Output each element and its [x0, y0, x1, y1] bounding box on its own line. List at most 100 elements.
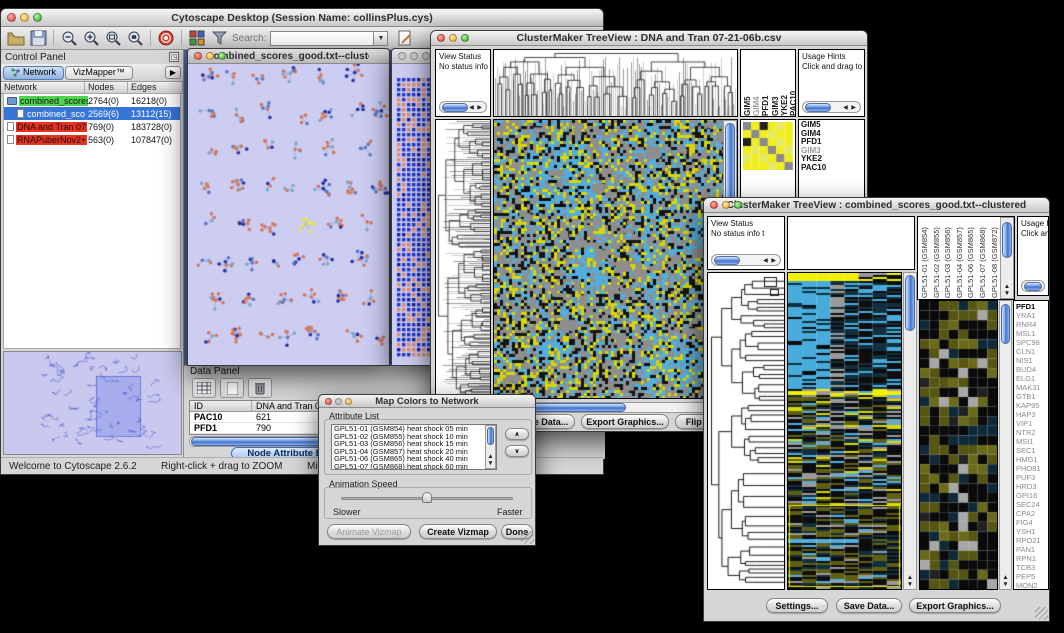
gene-label[interactable]: GTB1 [1014, 392, 1048, 401]
close-button[interactable] [7, 13, 16, 22]
column-label[interactable]: GPL51-06 (GSM865) [966, 218, 978, 298]
minimize-button[interactable] [206, 52, 214, 60]
zoom-button[interactable] [218, 52, 226, 60]
zoom-button[interactable] [734, 201, 742, 209]
scrollbar-thumb[interactable] [1024, 282, 1042, 291]
scroll-arrows-icon[interactable]: ◀ ▶ [763, 257, 780, 264]
network-overview-thumbnail[interactable] [4, 352, 181, 454]
save-data-button[interactable]: Save Data... [836, 598, 902, 613]
dialog-titlebar[interactable]: Map Colors to Network [319, 395, 535, 408]
row-dendrogram-2[interactable] [708, 273, 784, 589]
scrollbar-thumb[interactable] [805, 103, 831, 112]
column-label[interactable]: GPL51-01 (GSM854) [920, 218, 932, 298]
gene-label[interactable]: RPO21 [1014, 536, 1048, 545]
treeview2-titlebar[interactable]: ClusterMaker TreeView : combined_scores_… [704, 198, 1049, 213]
gene-label[interactable]: RPN1 [1014, 554, 1048, 563]
scrollbar-thumb[interactable] [905, 275, 915, 331]
speed-slider-thumb[interactable] [422, 492, 432, 503]
gene-label[interactable]: HRD3 [1014, 482, 1048, 491]
tab-vizmapper[interactable]: VizMapper™ [65, 66, 133, 80]
close-button[interactable] [710, 201, 718, 209]
column-label[interactable]: GIM5 [743, 50, 752, 116]
row-dendrogram-panel[interactable] [435, 119, 491, 399]
gene-label[interactable]: CLN1 [1014, 347, 1048, 356]
delete-attribute-icon[interactable] [248, 378, 272, 398]
network-overview-panel[interactable] [3, 351, 182, 455]
gene-label[interactable]: CPA2 [1014, 509, 1048, 518]
resize-grip[interactable] [521, 531, 534, 544]
heatmap-panel[interactable]: ▲▼ [493, 119, 738, 399]
minimize-button[interactable] [449, 34, 457, 42]
gene-label[interactable]: SPC98 [1014, 338, 1048, 347]
zoom-heatmap-panel[interactable] [919, 300, 998, 590]
network-view-canvas[interactable] [188, 64, 389, 365]
column-label[interactable]: GPL51-02 (GSM855) [932, 218, 944, 298]
zoom-fit-icon[interactable] [124, 29, 146, 48]
new-attribute-icon[interactable] [220, 378, 244, 398]
network-row[interactable]: combined_sco 2569(6) 13112(15) [4, 107, 180, 120]
row-dendrogram-panel-2[interactable] [707, 272, 785, 590]
heatmap2-vscrollbar[interactable]: ▲▼ [903, 272, 917, 590]
gene-label[interactable]: ELG1 [1014, 374, 1048, 383]
scroll-arrows-icon[interactable]: ◀ ▶ [843, 104, 860, 111]
column-dendrogram-panel[interactable] [493, 49, 738, 117]
scroll-arrows-icon[interactable]: ◀ ▶ [469, 104, 486, 111]
close-button[interactable] [398, 52, 406, 60]
labels-vscrollbar[interactable]: ▲▼ [1000, 217, 1014, 299]
network-row[interactable]: RNAPuberNov2+ 563(0) 107847(0) [4, 133, 180, 146]
gene-label[interactable]: SEC24 [1014, 500, 1048, 509]
scrollbar-thumb[interactable] [1002, 222, 1012, 258]
close-button[interactable] [194, 52, 202, 60]
gene-label[interactable]: NIS1 [1014, 356, 1048, 365]
attribute-table-icon[interactable] [192, 378, 216, 398]
gene-label[interactable]: BUD4 [1014, 365, 1048, 374]
main-window-titlebar[interactable]: Cytoscape Desktop (Session Name: collins… [1, 9, 603, 27]
animate-vizmap-button[interactable]: Animate Vizmap [327, 524, 411, 539]
minimize-button[interactable] [335, 398, 342, 405]
close-button[interactable] [325, 398, 332, 405]
panel-scrollbar[interactable] [1021, 280, 1045, 292]
vizmapper-icon[interactable] [186, 29, 208, 48]
row-dendrogram[interactable] [436, 120, 490, 398]
open-session-icon[interactable] [5, 29, 27, 48]
scroll-arrows-icon[interactable]: ▲▼ [904, 574, 916, 588]
zoom-button[interactable] [345, 398, 352, 405]
help-lifering-icon[interactable] [155, 29, 177, 48]
column-label[interactable]: GIM4 [752, 50, 761, 116]
settings-button[interactable]: Settings... [766, 598, 828, 613]
gene-label[interactable]: PUF3 [1014, 473, 1048, 482]
filter-icon[interactable] [208, 29, 230, 48]
gene-label[interactable]: MAK31 [1014, 383, 1048, 392]
column-label[interactable]: PFD1 [761, 50, 770, 116]
gene-label[interactable]: HMG1 [1014, 455, 1048, 464]
panel-scrollbar[interactable]: ◀ ▶ [802, 101, 861, 113]
scrollbar-thumb[interactable] [714, 256, 740, 265]
minimize-button[interactable] [410, 52, 418, 60]
gene-label[interactable]: MON2 [1014, 581, 1048, 590]
zoom-button[interactable] [33, 13, 42, 22]
gene-label[interactable]: KAP95 [1014, 401, 1048, 410]
tab-network[interactable]: Network [3, 66, 64, 80]
zoom-button[interactable] [422, 52, 430, 60]
network-row[interactable]: combined_scores 2764(0) 16218(0) [4, 94, 180, 107]
column-label[interactable]: GPL51-04 (GSM857) [955, 218, 967, 298]
scrollbar-thumb[interactable] [487, 427, 494, 445]
zoom-selected-icon[interactable] [102, 29, 124, 48]
panel-scrollbar[interactable]: ◀ ▶ [711, 254, 781, 266]
export-graphics-button[interactable]: Export Graphics... [909, 598, 1001, 613]
gene-label[interactable]: GPI16 [1014, 491, 1048, 500]
column-dendrogram-panel-2[interactable] [787, 216, 915, 270]
gene-label[interactable]: YSH1 [1014, 527, 1048, 536]
float-panel-icon[interactable]: ◳ [169, 52, 179, 62]
gene-label[interactable]: YRA1 [1014, 311, 1048, 320]
scrollbar-thumb[interactable] [442, 103, 468, 112]
gene-label[interactable]: SEC1 [1014, 446, 1048, 455]
zoom-vscrollbar[interactable]: ▲▼ [999, 300, 1012, 590]
more-tabs-icon[interactable]: ▶ [165, 66, 181, 79]
move-down-button[interactable]: ∨ [505, 445, 529, 457]
column-label[interactable]: GPL51-03 (GSM856) [943, 218, 955, 298]
network-view-titlebar[interactable]: combined_scores_good.txt--cluste... [188, 49, 389, 64]
gene-label[interactable]: MSI1 [1014, 437, 1048, 446]
gene-label[interactable]: TCB3 [1014, 563, 1048, 572]
gene-label[interactable]: MSL1 [1014, 329, 1048, 338]
